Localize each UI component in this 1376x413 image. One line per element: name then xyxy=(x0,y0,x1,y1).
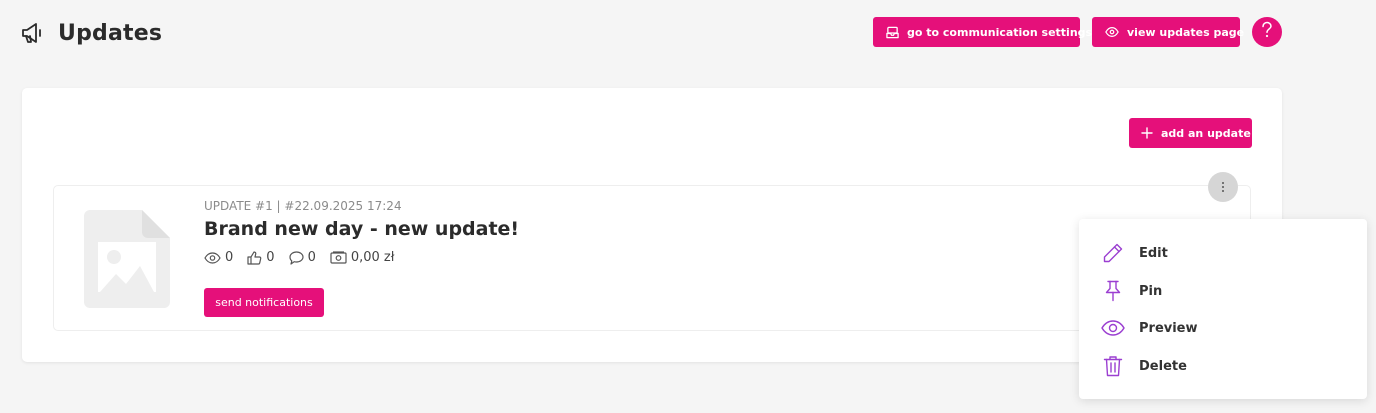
header-actions: go to communication settings view update… xyxy=(873,17,1282,47)
context-menu: Edit Pin Preview Delete xyxy=(1079,219,1367,399)
update-item: UPDATE #1 | #22.09.2025 17:24 Brand new … xyxy=(53,185,1251,331)
comment-icon xyxy=(288,250,304,265)
update-title: Brand new day - new update! xyxy=(204,218,520,240)
add-update-button[interactable]: add an update xyxy=(1129,118,1252,148)
kebab-icon xyxy=(1221,178,1225,197)
views-count: 0 xyxy=(225,250,234,265)
question-icon xyxy=(1260,21,1274,43)
megaphone-icon xyxy=(20,20,46,46)
menu-item-label: Pin xyxy=(1139,283,1163,299)
inbox-icon xyxy=(886,26,899,39)
page-header: Updates xyxy=(20,16,162,50)
menu-item-label: Preview xyxy=(1139,320,1198,336)
menu-item-label: Delete xyxy=(1139,358,1187,374)
comments-stat: 0 xyxy=(288,250,316,265)
trash-icon xyxy=(1101,354,1125,378)
pin-icon xyxy=(1101,279,1125,303)
thumbs-up-icon xyxy=(247,250,262,265)
update-meta: UPDATE #1 | #22.09.2025 17:24 xyxy=(204,199,402,213)
menu-item-delete[interactable]: Delete xyxy=(1101,354,1187,378)
image-placeholder-icon xyxy=(84,210,170,308)
menu-item-preview[interactable]: Preview xyxy=(1101,316,1198,340)
likes-count: 0 xyxy=(266,250,275,265)
views-stat: 0 xyxy=(204,250,233,265)
menu-item-label: Edit xyxy=(1139,245,1168,261)
money-icon xyxy=(330,251,347,264)
send-notifications-button[interactable]: send notifications xyxy=(204,288,324,317)
eye-icon xyxy=(1105,26,1119,38)
plus-icon xyxy=(1141,127,1153,139)
likes-stat: 0 xyxy=(247,250,275,265)
eye-icon xyxy=(204,251,221,264)
view-updates-label: view updates page xyxy=(1127,25,1245,39)
page-title: Updates xyxy=(58,20,163,46)
pencil-icon xyxy=(1101,241,1125,265)
help-button[interactable] xyxy=(1252,17,1282,47)
comments-count: 0 xyxy=(307,250,316,265)
menu-item-pin[interactable]: Pin xyxy=(1101,279,1162,303)
view-updates-button[interactable]: view updates page xyxy=(1092,17,1244,47)
communication-settings-label: go to communication settings xyxy=(907,25,1093,39)
amount-stat: 0,00 zł xyxy=(330,250,395,265)
update-stats: 0 0 0 0,00 zł xyxy=(204,250,408,265)
amount-value: 0,00 zł xyxy=(350,250,395,265)
add-update-label: add an update xyxy=(1161,126,1251,140)
more-options-button[interactable] xyxy=(1208,172,1238,202)
communication-settings-button[interactable]: go to communication settings xyxy=(873,17,1092,47)
menu-item-edit[interactable]: Edit xyxy=(1101,241,1168,265)
eye-icon xyxy=(1101,316,1125,340)
